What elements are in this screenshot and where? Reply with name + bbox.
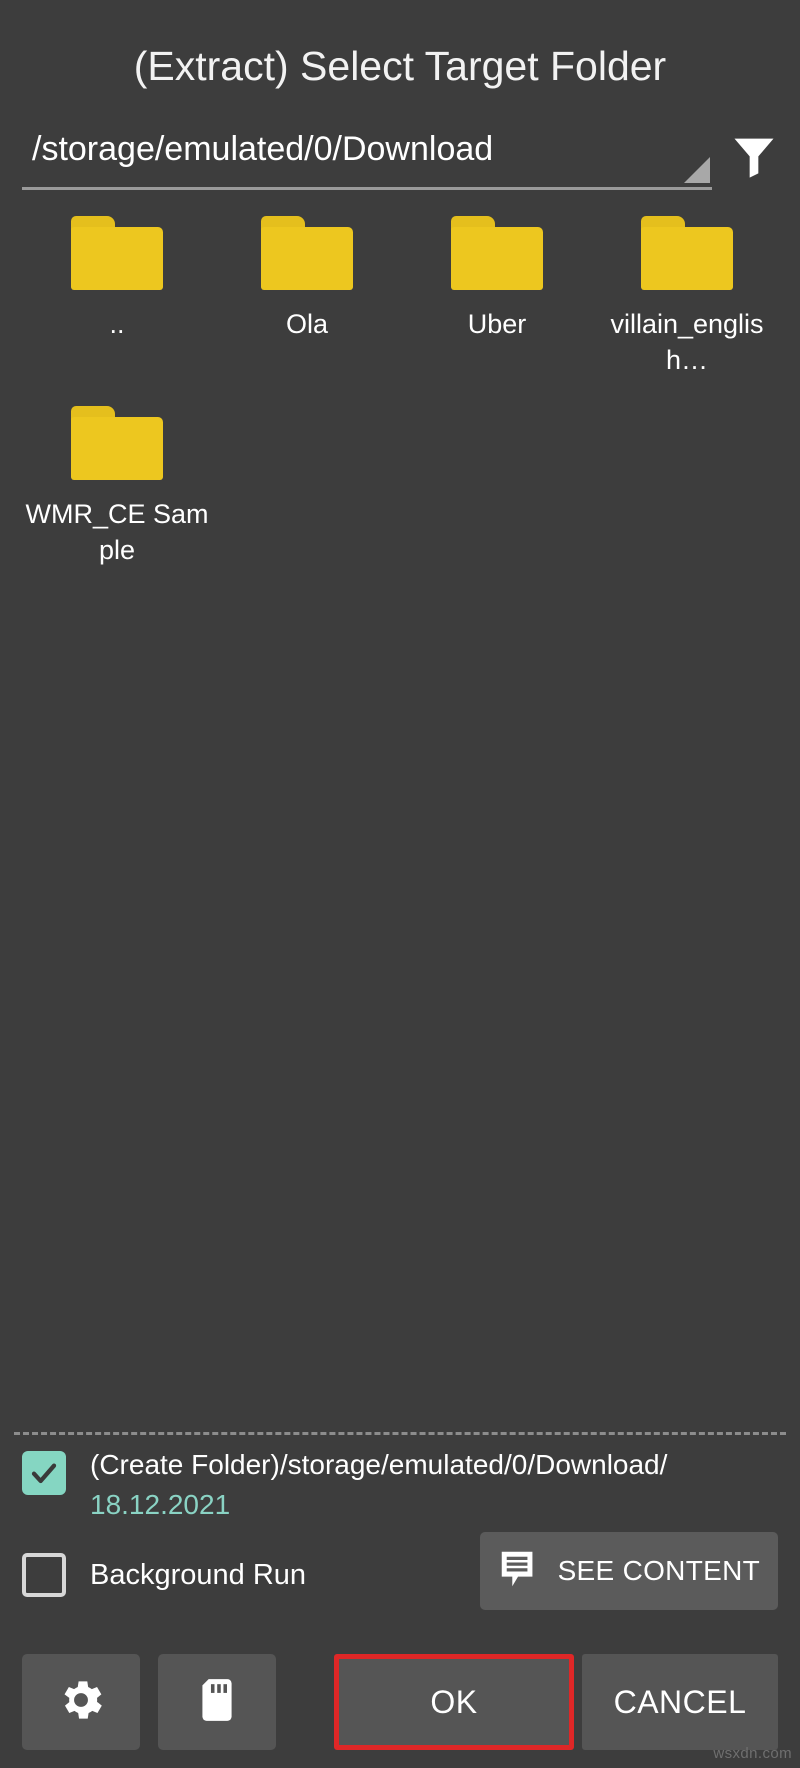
folder-icon bbox=[261, 216, 353, 290]
folder-icon bbox=[451, 216, 543, 290]
background-run-checkbox[interactable] bbox=[22, 1553, 66, 1597]
create-folder-path: (Create Folder)/storage/emulated/0/Downl… bbox=[90, 1449, 668, 1480]
create-folder-checkbox[interactable] bbox=[22, 1451, 66, 1495]
gear-icon bbox=[55, 1674, 107, 1731]
current-path-value: /storage/emulated/0/Download bbox=[32, 130, 494, 168]
folder-label: villain_english… bbox=[610, 309, 764, 375]
folder-icon bbox=[641, 216, 733, 290]
background-run-option[interactable]: Background Run bbox=[22, 1553, 306, 1597]
background-run-label: Background Run bbox=[90, 1559, 307, 1591]
watermark: wsxdn.com bbox=[713, 1745, 792, 1762]
folder-item[interactable]: Uber bbox=[402, 210, 592, 400]
sdcard-button[interactable] bbox=[158, 1654, 276, 1750]
folder-label: WMR_CE Sample bbox=[25, 499, 209, 565]
folder-item[interactable]: WMR_CE Sample bbox=[22, 400, 212, 590]
folder-item[interactable]: villain_english… bbox=[592, 210, 782, 400]
sd-card-icon bbox=[192, 1675, 242, 1730]
page-title: (Extract) Select Target Folder bbox=[133, 43, 667, 89]
create-folder-text: (Create Folder)/storage/emulated/0/Downl… bbox=[90, 1445, 667, 1525]
path-selector-row: /storage/emulated/0/Download bbox=[22, 118, 778, 194]
create-folder-option[interactable]: (Create Folder)/storage/emulated/0/Downl… bbox=[22, 1445, 778, 1525]
section-divider bbox=[14, 1432, 786, 1435]
dropdown-triangle-icon bbox=[684, 157, 710, 183]
comment-lines-icon bbox=[496, 1546, 542, 1597]
filter-funnel-icon[interactable] bbox=[722, 124, 786, 188]
see-content-label: SEE CONTENT bbox=[557, 1555, 760, 1586]
folder-label: Uber bbox=[467, 309, 527, 339]
folder-icon bbox=[71, 406, 163, 480]
folder-icon bbox=[71, 216, 163, 290]
folder-item[interactable]: .. bbox=[22, 210, 212, 400]
folder-item[interactable]: Ola bbox=[212, 210, 402, 400]
folder-label: .. bbox=[109, 309, 125, 339]
see-content-button[interactable]: SEE CONTENT bbox=[479, 1532, 778, 1610]
action-bar: OK CANCEL bbox=[0, 1654, 800, 1754]
folder-label: Ola bbox=[285, 309, 329, 339]
path-spinner[interactable]: /storage/emulated/0/Download bbox=[22, 118, 712, 190]
folder-grid: .. Ola Uber villain_english… WMR_CE Samp bbox=[22, 210, 782, 590]
ok-button[interactable]: OK bbox=[334, 1654, 574, 1750]
create-folder-date: 18.12.2021 bbox=[90, 1489, 231, 1520]
settings-button[interactable] bbox=[22, 1654, 140, 1750]
cancel-button[interactable]: CANCEL bbox=[582, 1654, 778, 1750]
extract-target-folder-dialog: (Extract) Select Target Folder /storage/… bbox=[0, 0, 800, 1768]
